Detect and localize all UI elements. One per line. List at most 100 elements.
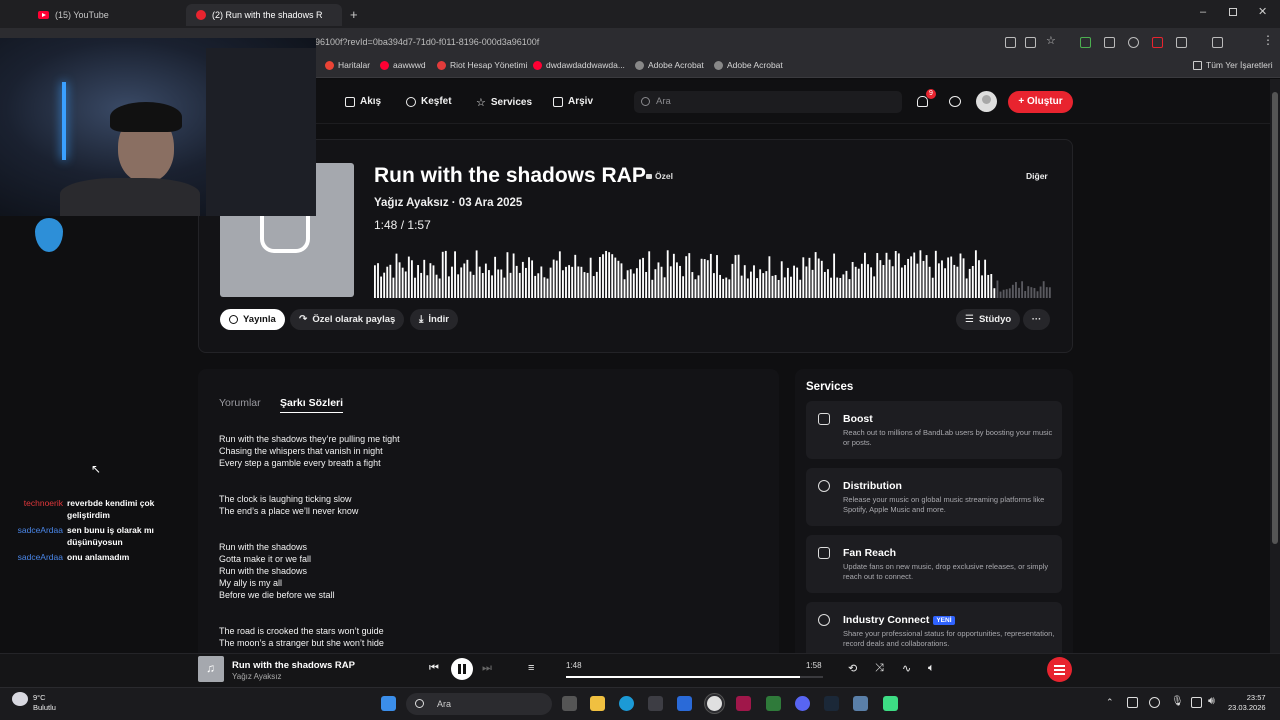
app-icon[interactable]	[736, 696, 751, 711]
system-clock[interactable]: 23:57 23.03.2026	[1228, 693, 1266, 713]
waveform-bar	[894, 250, 897, 298]
volume-icon[interactable]: 🔈︎	[928, 662, 935, 675]
shuffle-icon[interactable]: ⤨	[875, 662, 884, 675]
discord-icon[interactable]	[795, 696, 810, 711]
reader-icon[interactable]	[1005, 37, 1016, 48]
app-icon[interactable]	[883, 696, 898, 711]
bookmark-item[interactable]: Adobe Acrobat	[635, 60, 704, 70]
waveform-bar	[823, 271, 826, 298]
tray-chevron-icon[interactable]: ⌃	[1106, 697, 1114, 708]
create-button[interactable]: + Oluştur	[1008, 91, 1073, 113]
autoplay-icon[interactable]: ∿	[902, 662, 911, 675]
network-icon[interactable]	[1191, 697, 1202, 708]
waveform-bar	[605, 250, 607, 298]
task-view-icon[interactable]	[562, 696, 577, 711]
menu-dots-icon[interactable]: ⋮	[1262, 33, 1274, 47]
outlook-icon[interactable]	[677, 696, 692, 711]
waveform-bar	[571, 266, 574, 298]
all-bookmarks[interactable]: Tüm Yer İşaretleri	[1193, 60, 1273, 70]
privacy-badge: Özel	[646, 171, 673, 181]
nav-archive[interactable]: Arşiv	[553, 96, 593, 107]
tab-comments[interactable]: Yorumlar	[219, 397, 261, 409]
bookmark-item[interactable]: Haritalar	[325, 60, 370, 70]
bell-icon[interactable]	[917, 96, 928, 107]
chrome-icon[interactable]	[707, 696, 722, 711]
webcam-overlay	[0, 38, 316, 216]
service-industry-connect[interactable]: Industry Connect YENİ Share your professi…	[806, 602, 1062, 653]
tab-lyrics[interactable]: Şarkı Sözleri	[280, 397, 344, 413]
previous-icon[interactable]: ⏮	[429, 662, 439, 675]
extension-icon[interactable]	[1104, 37, 1115, 48]
app-icon[interactable]	[766, 696, 781, 711]
waveform-bar	[620, 263, 623, 298]
new-tab-button[interactable]: +	[350, 7, 358, 22]
steam-icon[interactable]	[824, 696, 839, 711]
close-window-button[interactable]: ✕	[1258, 5, 1267, 18]
weather-widget[interactable]: 9°C Bulutlu	[33, 693, 56, 713]
avatar[interactable]	[976, 91, 997, 112]
track-artist-date[interactable]: Yağız Ayaksız · 03 Ara 2025	[374, 197, 522, 209]
waveform-bar	[420, 272, 423, 298]
service-boost[interactable]: Boost Reach out to millions of BandLab u…	[806, 401, 1062, 459]
waveform-bar	[478, 266, 481, 298]
waveform[interactable]	[374, 236, 1052, 298]
nav-services[interactable]: ☆ Services	[476, 96, 532, 109]
url-input[interactable]: d3a96100f?revId=0ba394d7-71d0-f011-8196-…	[300, 34, 1000, 51]
next-icon[interactable]: ⏭	[482, 662, 492, 675]
app-icon[interactable]	[853, 696, 868, 711]
chat-icon[interactable]	[949, 96, 961, 107]
service-distribution[interactable]: Distribution Release your music on globa…	[806, 468, 1062, 526]
studio-button[interactable]: ☰ Stüdyo	[956, 309, 1021, 330]
queue-icon[interactable]: ≡	[528, 662, 534, 674]
share-private-button[interactable]: ↷ Özel olarak paylaş	[290, 309, 405, 330]
waveform-bar	[577, 266, 580, 298]
options-button[interactable]: ···	[1023, 309, 1050, 330]
bookmark-item[interactable]: aawwwd	[380, 60, 426, 70]
tab-youtube[interactable]: (15) YouTube	[28, 4, 119, 26]
bookmark-item[interactable]: dwdawdaddwawda...	[533, 60, 625, 70]
tray-app-icon[interactable]	[1127, 697, 1138, 708]
progress-bar[interactable]	[566, 676, 823, 678]
taskbar-search[interactable]: Ara	[406, 693, 552, 715]
waveform-bar	[990, 273, 993, 298]
edge-icon[interactable]	[619, 696, 634, 711]
microphone-icon[interactable]: 🎙︎	[1171, 696, 1184, 707]
player-artist[interactable]: Yağız Ayaksız	[232, 672, 282, 681]
volume-icon[interactable]: 🔊︎	[1208, 695, 1215, 708]
extension-icon[interactable]	[1128, 37, 1139, 48]
player-track-art[interactable]: ♫	[198, 656, 224, 682]
scrollbar-thumb[interactable]	[1272, 92, 1278, 544]
extension-icon[interactable]	[1152, 37, 1163, 48]
download-button[interactable]: ⤓ İndir	[410, 309, 459, 330]
publish-button[interactable]: Yayınla	[220, 309, 285, 330]
store-icon[interactable]	[648, 696, 663, 711]
search-placeholder: Ara	[656, 96, 671, 107]
nav-explore[interactable]: Keşfet	[406, 96, 452, 107]
tray-app-icon[interactable]	[1149, 697, 1160, 708]
waveform-bar	[512, 253, 515, 298]
minimize-button[interactable]: –	[1200, 6, 1206, 18]
waveform-bar	[608, 252, 611, 298]
services-title: Services	[806, 381, 854, 393]
reading-list-icon[interactable]	[1212, 37, 1223, 48]
player-title[interactable]: Run with the shadows RAP	[232, 660, 355, 671]
puzzle-icon[interactable]	[1176, 37, 1187, 48]
pause-button[interactable]	[451, 658, 473, 680]
menu-button[interactable]	[1047, 657, 1072, 682]
star-icon[interactable]: ☆	[1046, 34, 1056, 47]
bookmark-item[interactable]: Riot Hesap Yönetimi	[437, 60, 527, 70]
bookmark-item[interactable]: Adobe Acrobat	[714, 60, 783, 70]
repeat-icon[interactable]: ⟲	[848, 662, 857, 675]
file-explorer-icon[interactable]	[590, 696, 605, 711]
more-button[interactable]: Diğer	[1026, 171, 1048, 181]
service-fan-reach[interactable]: Fan Reach Update fans on new music, drop…	[806, 535, 1062, 593]
search-input[interactable]: Ara	[634, 91, 902, 113]
waveform-bar	[749, 271, 752, 298]
tab-bandlab[interactable]: (2) Run with the shadows R	[186, 4, 342, 26]
nav-feed[interactable]: Akış	[345, 96, 381, 107]
maximize-button[interactable]	[1229, 8, 1237, 16]
globe-icon	[818, 480, 830, 492]
install-icon[interactable]	[1025, 37, 1036, 48]
windows-start-icon[interactable]	[381, 696, 396, 711]
extension-icon[interactable]	[1080, 37, 1091, 48]
